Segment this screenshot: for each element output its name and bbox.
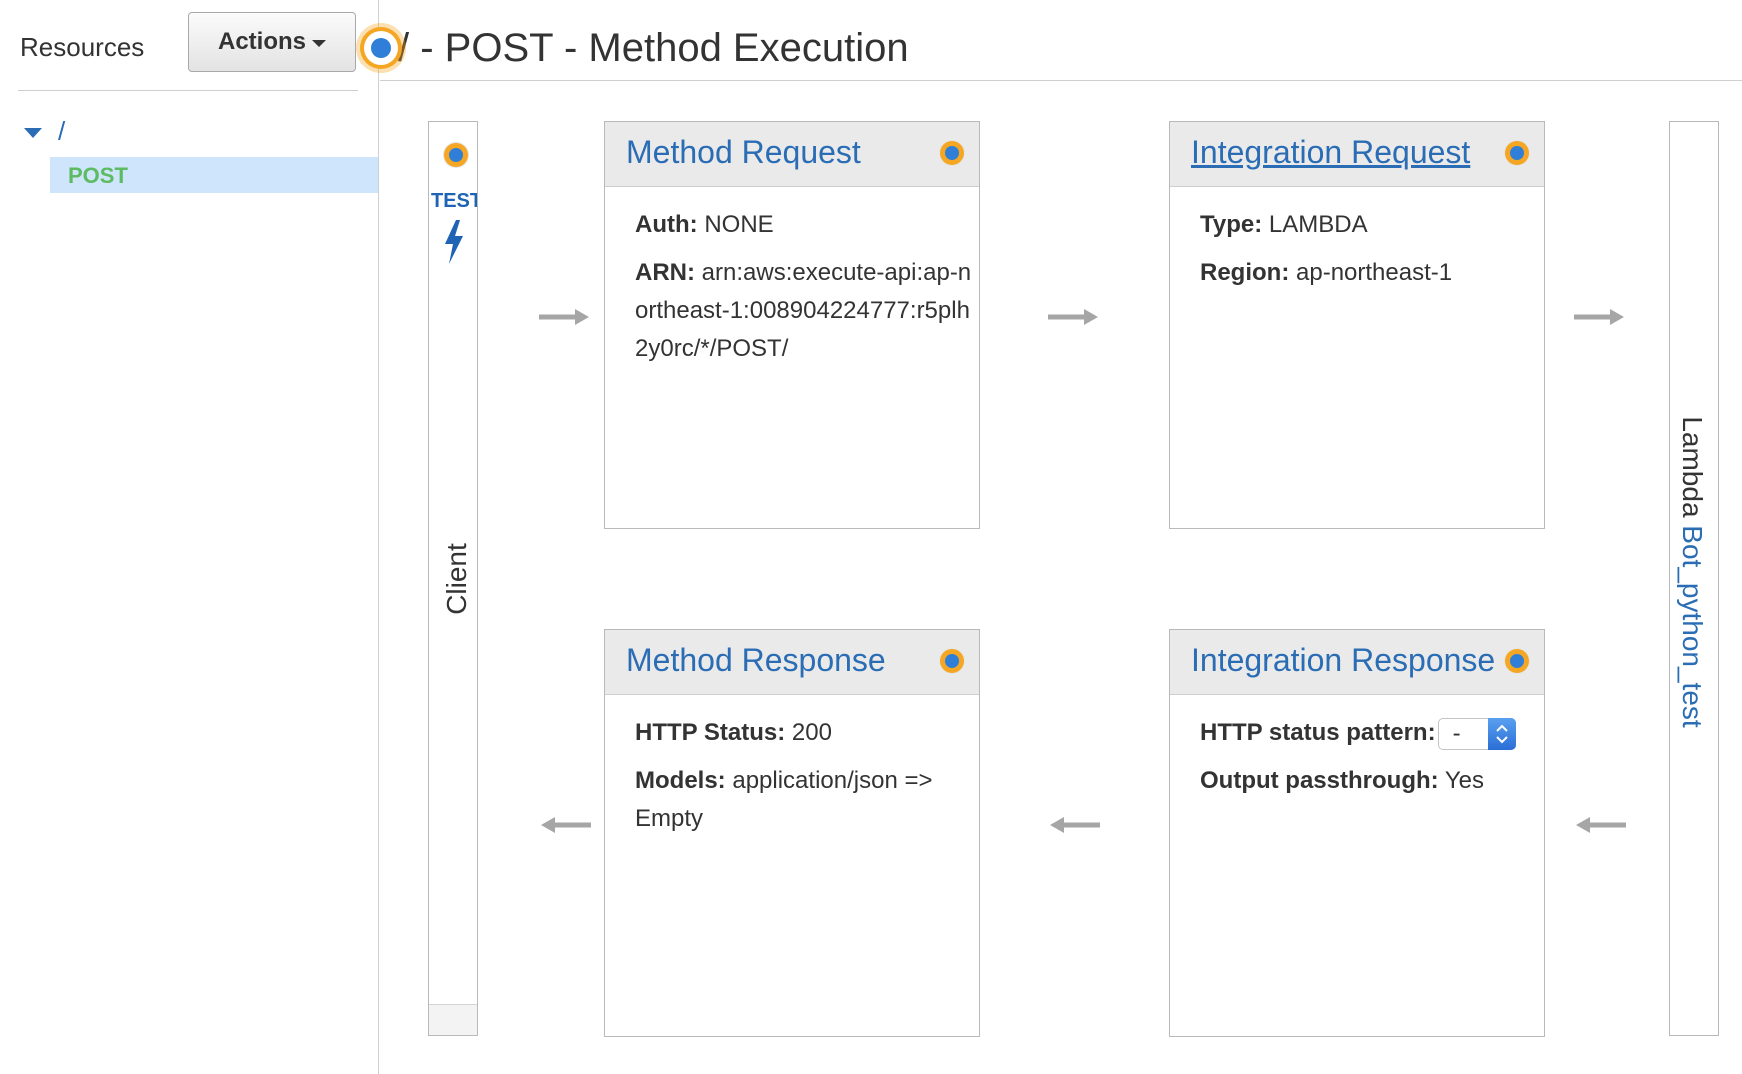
- status-pattern-key: HTTP status pattern:: [1200, 719, 1436, 746]
- status-pattern-value: -: [1452, 719, 1461, 747]
- output-passthrough-key: Output passthrough:: [1200, 767, 1439, 794]
- method-request-panel: Method Request Auth: NONE ARN: arn:aws:e…: [604, 121, 980, 529]
- method-request-link[interactable]: Method Request: [626, 134, 861, 171]
- panel-body: Auth: NONE ARN: arn:aws:execute-api:ap-n…: [635, 206, 975, 378]
- tree-root-resource[interactable]: /: [58, 116, 65, 147]
- region-key: Region:: [1200, 259, 1290, 286]
- lambda-prefix: Lambda: [1677, 416, 1708, 518]
- panel-body: HTTP status pattern: - Output passthrough…: [1200, 714, 1540, 810]
- actions-button[interactable]: Actions: [188, 12, 356, 72]
- region-value: ap-northeast-1: [1296, 259, 1453, 286]
- arn-row: ARN: arn:aws:execute-api:ap-northeast-1:…: [635, 254, 975, 368]
- status-pattern-select[interactable]: -: [1437, 717, 1516, 750]
- tree-item-post-method[interactable]: POST: [50, 157, 378, 193]
- panel-body: Type: LAMBDA Region: ap-northeast-1: [1200, 206, 1540, 302]
- auth-row: Auth: NONE: [635, 206, 975, 244]
- models-row: Models: application/json => Empty: [635, 762, 975, 838]
- output-passthrough-value: Yes: [1444, 767, 1485, 794]
- http-status-key: HTTP Status:: [635, 719, 786, 746]
- panel-header: Integration Request: [1170, 122, 1544, 187]
- arrow-right-icon: [1048, 309, 1098, 325]
- status-pattern-row: HTTP status pattern: -: [1200, 714, 1540, 752]
- caret-down-icon: [312, 40, 326, 47]
- info-icon[interactable]: [443, 142, 469, 168]
- integration-response-panel: Integration Response HTTP status pattern…: [1169, 629, 1545, 1037]
- region-row: Region: ap-northeast-1: [1200, 254, 1540, 292]
- method-response-link[interactable]: Method Response: [626, 642, 886, 679]
- client-label: Client: [441, 543, 472, 615]
- info-icon[interactable]: [1504, 648, 1530, 674]
- sidebar-divider: [18, 90, 358, 91]
- arrow-right-icon: [1574, 309, 1624, 325]
- lightning-bolt-icon[interactable]: [442, 220, 466, 264]
- method-response-panel: Method Response HTTP Status: 200 Models:…: [604, 629, 980, 1037]
- panel-header: Method Response: [605, 630, 979, 695]
- arn-key: ARN:: [635, 259, 695, 286]
- client-column-footer: [429, 1004, 477, 1035]
- auth-key: Auth:: [635, 211, 698, 238]
- tree-expand-icon[interactable]: [24, 128, 42, 138]
- resources-title: Resources: [20, 32, 145, 62]
- lambda-label: Lambda Bot_python_test: [1676, 322, 1708, 822]
- info-icon[interactable]: [356, 23, 406, 73]
- test-link[interactable]: TEST: [431, 190, 477, 213]
- actions-button-label: Actions: [217, 28, 306, 55]
- header-divider: [380, 80, 1742, 81]
- panel-header: Integration Response: [1170, 630, 1544, 695]
- page-title: / - POST - Method Execution: [398, 26, 909, 70]
- panel-header: Method Request: [605, 122, 979, 187]
- type-row: Type: LAMBDA: [1200, 206, 1540, 244]
- lambda-function-link[interactable]: Bot_python_test: [1677, 525, 1708, 727]
- type-key: Type:: [1200, 211, 1263, 238]
- info-icon[interactable]: [939, 648, 965, 674]
- arrow-left-icon: [1050, 817, 1100, 833]
- integration-request-link[interactable]: Integration Request: [1191, 134, 1470, 171]
- arrow-right-icon: [539, 309, 589, 325]
- info-icon[interactable]: [1504, 140, 1530, 166]
- select-stepper-icon: [1487, 717, 1516, 750]
- tree-item-label: POST: [68, 163, 128, 188]
- panel-body: HTTP Status: 200 Models: application/jso…: [635, 714, 975, 848]
- auth-value: NONE: [704, 211, 774, 238]
- models-key: Models:: [635, 767, 726, 794]
- info-icon[interactable]: [939, 140, 965, 166]
- http-status-row: HTTP Status: 200: [635, 714, 975, 752]
- integration-response-link[interactable]: Integration Response: [1191, 642, 1495, 679]
- arrow-left-icon: [1576, 817, 1626, 833]
- http-status-value: 200: [791, 719, 832, 746]
- output-passthrough-row: Output passthrough: Yes: [1200, 762, 1540, 800]
- arrow-left-icon: [541, 817, 591, 833]
- integration-request-panel: Integration Request Type: LAMBDA Region:…: [1169, 121, 1545, 529]
- type-value: LAMBDA: [1268, 211, 1368, 238]
